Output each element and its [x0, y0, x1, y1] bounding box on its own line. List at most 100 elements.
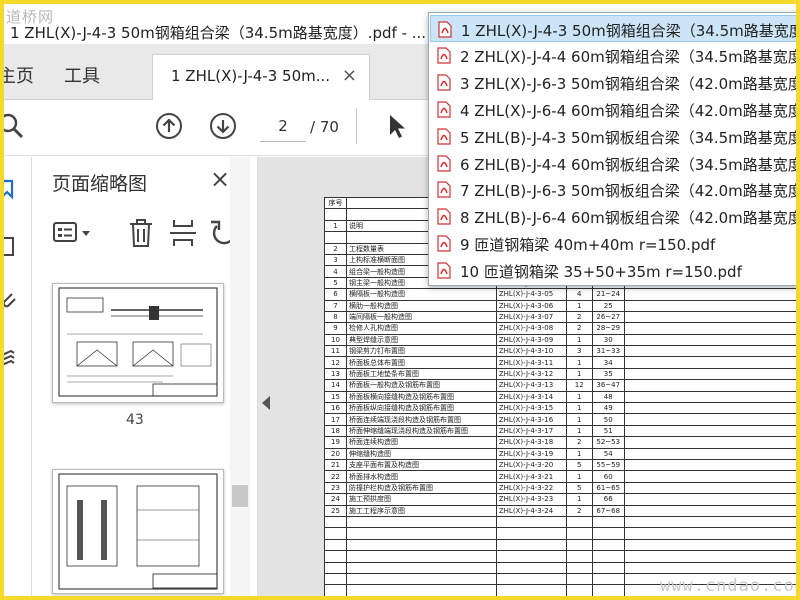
table-row: 20 伸缩缝构造图 ZHL(X)-J-4-3-19 1 54 — [324, 447, 796, 461]
pages-icon[interactable] — [4, 235, 22, 259]
table-cell: 49 — [591, 402, 625, 415]
tab-home[interactable]: 主页 — [4, 62, 34, 88]
bookmark-icon[interactable] — [4, 177, 22, 201]
search-icon[interactable] — [4, 111, 28, 141]
table-cell — [623, 345, 796, 358]
table-cell — [623, 379, 796, 392]
table-row — [324, 515, 796, 529]
attachment-icon[interactable] — [4, 289, 22, 313]
table-cell: 54 — [591, 447, 625, 461]
thumbnail-drawing — [58, 473, 218, 590]
table-cell: 施工工程序示意图 — [345, 504, 497, 517]
file-menu-item[interactable]: 1 ZHL(X)-J-4-3 50m钢箱组合梁（34.5m路基宽度） — [430, 15, 796, 42]
table-cell: 22 — [324, 470, 347, 483]
file-menu-item-label: 5 ZHL(B)-J-4-3 50m钢板组合梁（34.5m路基宽度） — [460, 128, 796, 147]
table-cell: 36~47 — [591, 379, 625, 392]
table-cell — [623, 288, 796, 301]
file-menu-item[interactable]: 7 ZHL(B)-J-6-3 50m钢板组合梁（42.0m路基宽度） — [430, 176, 796, 203]
table-cell: 5 — [565, 481, 593, 495]
pdf-viewer-window: 道桥网 1 ZHL(X)-J-4-3 50m钢箱组合梁（34.5m路基宽度）.p… — [4, 4, 796, 596]
table-cell: 2 — [565, 322, 593, 335]
file-menu-item[interactable]: 8 ZHL(B)-J-6-4 60m钢板组合梁（42.0m路基宽度） — [430, 203, 796, 230]
table-cell: 34 — [591, 356, 625, 369]
table-cell — [623, 333, 796, 347]
table-cell: 桥面板纵向接缝构造及钢筋布置图 — [345, 402, 497, 415]
select-cursor-icon[interactable] — [384, 111, 414, 141]
scrollbar-thumb[interactable] — [232, 485, 248, 507]
page-number-input[interactable]: 2 — [260, 110, 306, 142]
table-cell: 桥面伸缩缝端现浇段构造及钢筋布置图 — [345, 424, 497, 438]
previous-page-icon[interactable] — [154, 111, 184, 141]
pdf-file-icon — [437, 127, 451, 145]
table-cell: 7 — [324, 299, 347, 312]
table-cell — [623, 402, 796, 415]
table-row: 23 防撞护栏构造及钢筋布置图 ZHL(X)-J-4-3-22 5 61~65 — [324, 481, 796, 495]
table-row: 9 检修人孔构造图 ZHL(X)-J-4-3-08 2 28~29 — [324, 322, 796, 335]
table-row: 25 施工工程序示意图 ZHL(X)-J-4-3-24 2 67~68 — [324, 504, 796, 517]
table-cell: 桥面连续端现浇段构造及钢筋布置图 — [345, 413, 497, 426]
extract-page-icon[interactable] — [168, 217, 198, 249]
file-menu-item[interactable]: 6 ZHL(B)-J-4-4 60m钢板组合梁（34.5m路基宽度） — [430, 150, 796, 177]
table-cell: ZHL(X)-J-4-3-15 — [495, 402, 567, 415]
tab-document-label: 1 ZHL(X)-J-4-3 50m... — [171, 67, 331, 85]
table-cell — [623, 504, 796, 517]
table-row: 21 支座平面布置及构造图 ZHL(X)-J-4-3-20 5 55~59 — [324, 458, 796, 472]
table-row: 18 桥面伸缩缝端现浇段构造及钢筋布置图 ZHL(X)-J-4-3-17 1 51 — [324, 424, 796, 438]
close-tab-icon[interactable]: × — [342, 65, 357, 86]
file-menu-item[interactable]: 2 ZHL(X)-J-4-4 60m钢箱组合梁（34.5m路基宽度） — [430, 42, 796, 69]
table-row: 7 横肋一般构造图 ZHL(X)-J-4-3-06 1 25 — [324, 299, 796, 312]
table-cell — [623, 390, 796, 404]
left-nav-strip — [4, 157, 32, 596]
table-cell: 伸缩缝构造图 — [345, 447, 497, 461]
tab-tools[interactable]: 工具 — [64, 62, 100, 88]
next-page-icon[interactable] — [208, 111, 238, 141]
file-menu-item[interactable]: 4 ZHL(X)-J-6-4 60m钢箱组合梁（42.0m路基宽度） — [430, 96, 796, 123]
thumbnail-options-icon[interactable] — [52, 219, 96, 247]
table-cell: 60 — [591, 470, 625, 483]
file-menu-item[interactable]: 5 ZHL(B)-J-4-3 50m钢板组合梁（34.5m路基宽度） — [430, 123, 796, 150]
open-files-dropdown: 1 ZHL(X)-J-4-3 50m钢箱组合梁（34.5m路基宽度） 2 ZHL(… — [428, 12, 796, 286]
page-thumbnail-43[interactable] — [52, 283, 224, 403]
file-menu-item[interactable]: 10 匝道钢箱梁 35+50+35m r=150.pdf — [430, 257, 796, 284]
table-row: 12 桥面板总体布置图 ZHL(X)-J-4-3-11 1 34 — [324, 356, 796, 369]
file-menu-item-label: 6 ZHL(B)-J-4-4 60m钢板组合梁（34.5m路基宽度） — [460, 155, 796, 174]
table-cell: 1 — [565, 390, 593, 404]
table-cell — [623, 310, 796, 324]
pdf-file-icon — [437, 101, 451, 118]
table-cell: 1 — [565, 413, 593, 426]
thumbnail-panel: 页面缩略图 × 43 — [32, 157, 258, 596]
table-cell: 26~27 — [591, 310, 625, 324]
close-panel-icon[interactable]: × — [210, 165, 230, 193]
table-cell: 9 — [324, 322, 347, 335]
table-cell: ZHL(X)-J-4-3-18 — [495, 436, 567, 449]
table-cell: 桥面板总体布置图 — [345, 356, 497, 369]
table-cell: ZHL(X)-J-4-3-10 — [495, 345, 567, 358]
table-cell: 14 — [324, 379, 347, 392]
table-cell: 横肋一般构造图 — [345, 299, 497, 312]
window-title: 1 ZHL(X)-J-4-3 50m钢箱组合梁（34.5m路基宽度）.pdf -… — [10, 24, 427, 42]
table-row — [324, 538, 796, 552]
thumbnail-drawing — [58, 287, 218, 397]
table-cell — [623, 424, 796, 438]
table-cell: 6 — [324, 288, 347, 301]
table-cell: 10 — [324, 333, 347, 347]
tab-document[interactable]: 1 ZHL(X)-J-4-3 50m... × — [152, 54, 370, 100]
file-menu-item-label: 9 匝道钢箱梁 40m+40m r=150.pdf — [460, 236, 716, 255]
layers-icon[interactable] — [4, 347, 22, 371]
pdf-file-icon — [437, 262, 451, 279]
table-cell: ZHL(X)-J-4-3-24 — [495, 504, 567, 517]
pdf-file-icon — [437, 154, 451, 172]
thumbnail-scrollbar[interactable] — [230, 157, 250, 596]
table-cell: 52~53 — [591, 436, 625, 449]
file-menu-item[interactable]: 3 ZHL(X)-J-6-3 50m钢箱组合梁（42.0m路基宽度） — [430, 69, 796, 96]
table-cell: 支座平面布置及构造图 — [345, 458, 497, 472]
table-cell: 66 — [591, 493, 625, 506]
file-menu-item[interactable]: 9 匝道钢箱梁 40m+40m r=150.pdf — [430, 230, 796, 257]
page-thumbnail-44[interactable] — [52, 469, 224, 594]
table-cell: 检修人孔构造图 — [345, 322, 497, 335]
delete-page-icon[interactable] — [126, 217, 156, 249]
table-cell: 5 — [565, 458, 593, 472]
collapse-panel-arrow-icon[interactable] — [262, 396, 270, 410]
table-cell: ZHL(X)-J-4-3-13 — [495, 379, 567, 392]
table-cell: 8 — [324, 310, 347, 324]
